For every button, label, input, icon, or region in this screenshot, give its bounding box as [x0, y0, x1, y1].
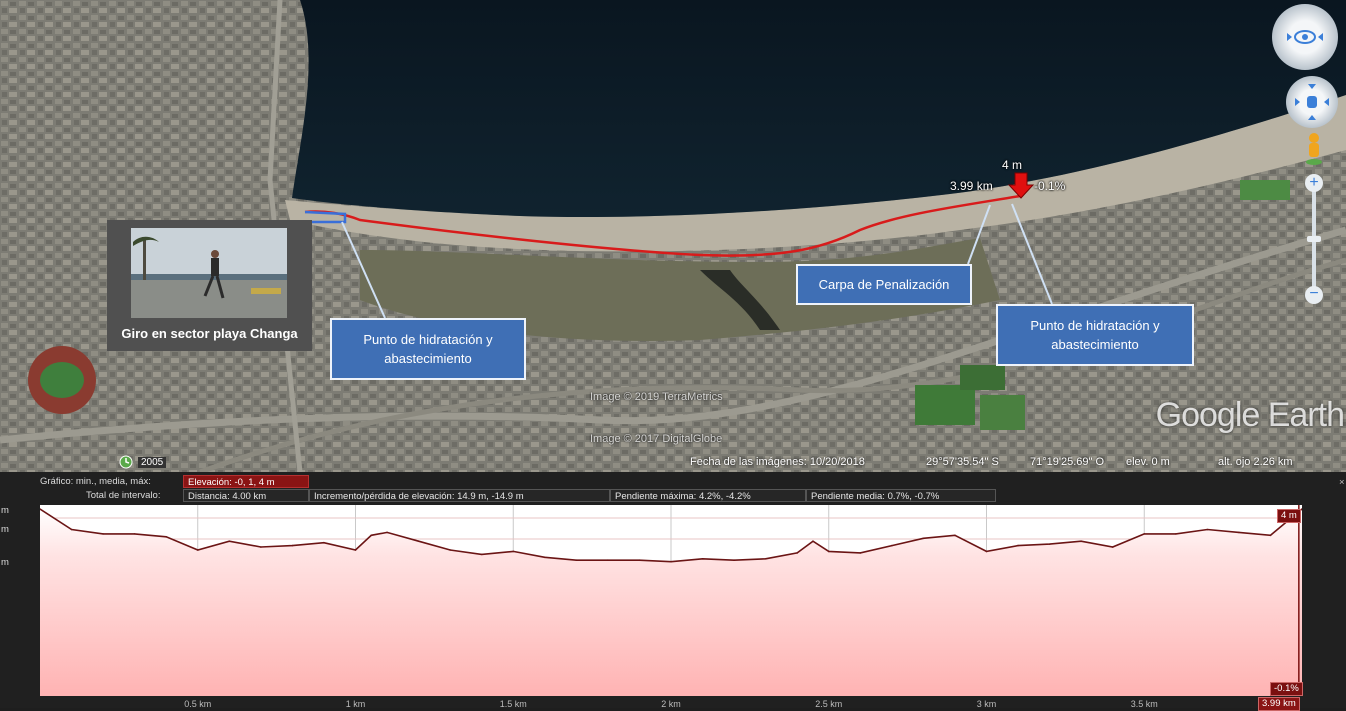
history-year: 2005 — [138, 456, 167, 468]
elevation-point — [1238, 531, 1240, 534]
imagery-credit-1: Image © 2019 TerraMetrics — [590, 391, 723, 403]
elevation-point — [165, 536, 167, 538]
imagery-date: Fecha de las imágenes: 10/20/2018 — [690, 456, 865, 468]
elevation-point — [891, 544, 893, 547]
elevation-point — [607, 559, 609, 562]
distance-stat: Distancia: 4.00 km — [183, 489, 309, 502]
elevation-point — [544, 556, 546, 559]
marker-elevation-label: 4 m — [1002, 158, 1023, 172]
elevation-point — [1017, 544, 1019, 547]
elevation-point — [512, 550, 515, 553]
move-control[interactable] — [1286, 76, 1338, 128]
elevation-point — [670, 560, 672, 563]
elevation-point — [449, 549, 451, 551]
elevation-point — [638, 559, 641, 562]
hand-icon — [1295, 84, 1329, 120]
zoom-out-button[interactable]: − — [1305, 286, 1323, 304]
elevation-gain-stat: Incremento/pérdida de elevación: 14.9 m,… — [309, 489, 610, 502]
elevation-point — [859, 552, 862, 554]
zoom-slider-thumb[interactable] — [1307, 236, 1321, 242]
elevation-point — [480, 553, 483, 556]
callout-hydration-left: Punto de hidratación y abastecimiento — [330, 318, 526, 380]
elevation-point — [954, 534, 956, 537]
range-totals-label: Total de intervalo: — [86, 490, 161, 501]
map-view[interactable]: 4 m 3.99 km -0.1% Giro en sector playa C… — [0, 0, 1346, 472]
avg-slope-stat: Pendiente media: 0.7%, -0.7% — [806, 489, 996, 502]
runner-photo — [131, 228, 287, 318]
graph-mode-label: Gráfico: min., media, máx: — [40, 476, 151, 487]
zoom-slider[interactable]: + − — [1303, 174, 1325, 306]
latitude-readout: 29°57'35.54" S — [926, 456, 999, 468]
longitude-readout: 71°19'25.69" O — [1030, 456, 1105, 468]
eye-altitude-readout: alt. ojo 2.26 km — [1218, 456, 1293, 468]
elevation-point — [796, 552, 798, 554]
elevation-point — [323, 541, 325, 544]
elevation-stat[interactable]: Elevación: -0, 1, 4 m — [183, 475, 309, 488]
elevation-point — [1143, 533, 1146, 535]
look-control[interactable] — [1272, 4, 1338, 70]
current-elevation-badge: 4 m — [1277, 509, 1301, 523]
elevation-point — [260, 546, 262, 548]
current-slope-badge: -0.1% — [1270, 682, 1303, 696]
elevation-point — [701, 557, 704, 560]
historical-imagery-control[interactable]: 2005 — [118, 454, 167, 470]
imagery-credit-2: Image © 2017 DigitalGlobe — [590, 433, 723, 445]
elevation-point — [228, 540, 231, 542]
marker-slope-label: -0.1% — [1034, 179, 1066, 193]
elevation-point — [1206, 528, 1209, 531]
elevation-point — [922, 537, 925, 540]
elevation-point — [733, 559, 735, 562]
elevation-point — [417, 540, 420, 542]
elevation-point — [70, 528, 73, 531]
elevation-point — [985, 550, 988, 553]
street-view-pegman[interactable] — [1304, 132, 1324, 166]
photo-caption: Giro en sector playa Changa — [121, 326, 298, 341]
elevation-point — [764, 557, 767, 560]
elevation-point — [575, 559, 578, 562]
elevation-point — [133, 533, 136, 535]
elevation-point — [196, 549, 199, 551]
elevation-point — [1269, 534, 1272, 537]
clock-icon — [119, 455, 133, 469]
eye-icon — [1287, 30, 1323, 44]
elevation-point — [386, 531, 388, 534]
elevation-point — [102, 533, 104, 535]
elevation-point — [827, 550, 830, 553]
callout-penalty-tent: Carpa de Penalización — [796, 264, 972, 305]
elevation-readout: elev. 0 m — [1126, 456, 1170, 468]
elevation-point — [812, 540, 814, 542]
elevation-point — [354, 549, 357, 551]
max-slope-stat: Pendiente máxima: 4.2%, -4.2% — [610, 489, 806, 502]
current-distance-badge: 3.99 km — [1258, 697, 1300, 711]
elevation-point — [1080, 540, 1082, 542]
marker-distance-label: 3.99 km — [950, 179, 993, 193]
elevation-point — [370, 534, 373, 537]
y-axis-unit-top: m — [1, 505, 9, 516]
y-axis-unit-mid: m — [1, 524, 9, 535]
elevation-point — [1175, 533, 1177, 535]
elevation-point — [1111, 546, 1114, 548]
google-earth-logo: Google Earth — [1155, 396, 1345, 434]
elevation-chart[interactable] — [40, 505, 1302, 696]
photo-callout: Giro en sector playa Changa — [107, 220, 312, 351]
callout-hydration-right: Punto de hidratación y abastecimiento — [996, 304, 1194, 366]
elevation-point — [1048, 543, 1051, 545]
elevation-point — [291, 544, 294, 547]
y-axis-unit-low: m — [1, 557, 9, 568]
pegman-icon — [1306, 133, 1322, 165]
close-icon[interactable]: × — [1339, 477, 1345, 488]
zoom-in-button[interactable]: + — [1305, 174, 1323, 192]
